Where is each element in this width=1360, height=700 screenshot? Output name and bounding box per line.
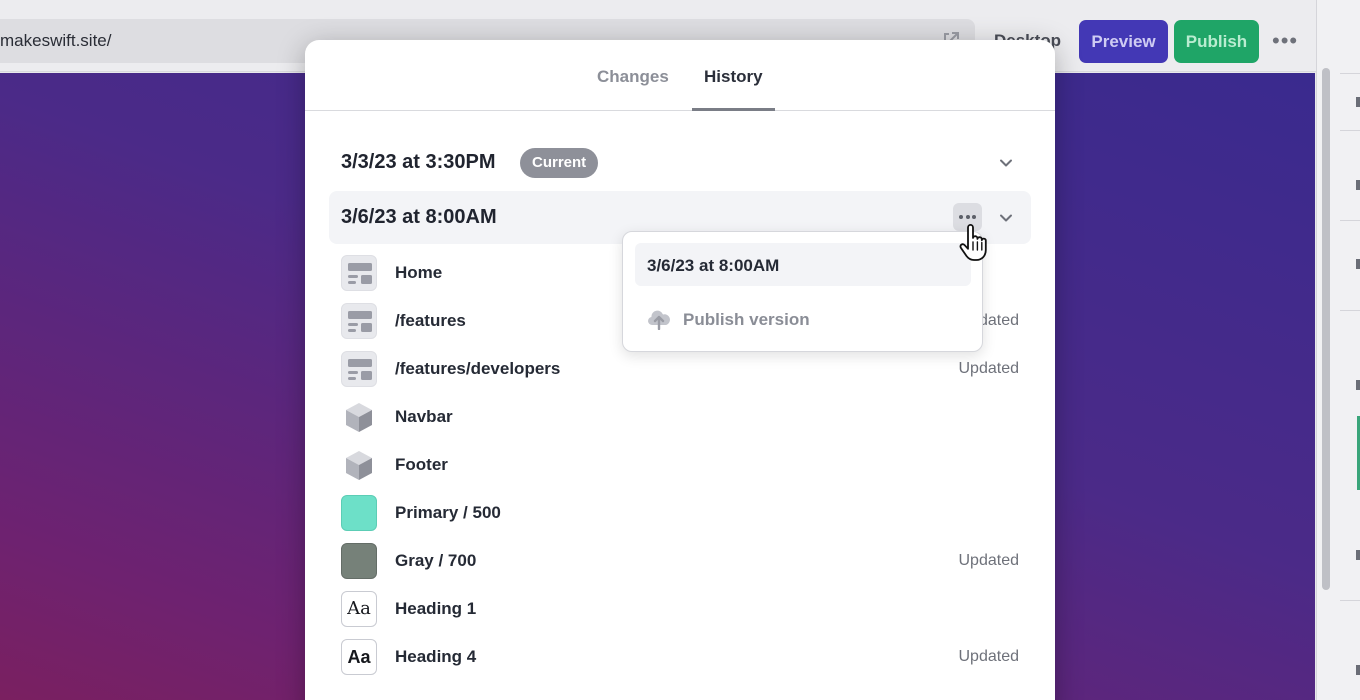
- item-label: Heading 4: [395, 647, 477, 666]
- sidebar-divider: [1340, 220, 1360, 221]
- item-label: /features/developers: [395, 359, 561, 378]
- item-label: Navbar: [395, 407, 453, 426]
- cloud-upload-icon: [648, 310, 670, 330]
- chevron-down-icon[interactable]: [999, 211, 1013, 225]
- item-label: Primary / 500: [395, 503, 501, 522]
- history-modal: Changes History 3/3/23 at 3:30PM Current…: [305, 40, 1055, 700]
- item-label: Heading 1: [395, 599, 477, 618]
- sidebar-glyph: [1356, 550, 1360, 560]
- hand-pointer-icon: [959, 224, 987, 261]
- item-status: Updated: [958, 648, 1020, 665]
- preview-button[interactable]: Preview: [1079, 20, 1168, 63]
- modal-tabs: Changes History: [305, 40, 1055, 111]
- active-tab-indicator: [692, 108, 775, 111]
- sidebar-glyph: [1356, 380, 1360, 390]
- cube-icon: [341, 447, 377, 483]
- list-item[interactable]: Navbar: [341, 397, 1021, 437]
- menu-title: 3/6/23 at 8:00AM: [647, 256, 780, 275]
- version-date: 3/3/23 at 3:30PM: [341, 151, 496, 173]
- version-row-current[interactable]: 3/3/23 at 3:30PM Current: [329, 136, 1031, 189]
- sidebar-glyph: [1356, 180, 1360, 190]
- list-item[interactable]: Footer: [341, 445, 1021, 485]
- color-swatch-icon: [341, 495, 377, 531]
- item-label: /features: [395, 311, 466, 330]
- version-options-menu: 3/6/23 at 8:00AM Publish version: [622, 231, 983, 352]
- item-label: Gray / 700: [395, 551, 477, 570]
- item-status: Updated: [958, 360, 1020, 377]
- sidebar-glyph: [1356, 259, 1360, 269]
- list-item[interactable]: Primary / 500: [341, 493, 1021, 533]
- more-options-icon[interactable]: •••: [1272, 28, 1298, 54]
- sidebar-glyph: [1356, 97, 1360, 107]
- chevron-down-icon[interactable]: [999, 156, 1013, 170]
- item-label: Home: [395, 263, 443, 282]
- page-layout-icon: [341, 255, 377, 291]
- list-item[interactable]: Aa Heading 4 Updated: [341, 637, 1021, 677]
- current-badge: Current: [520, 148, 599, 178]
- canvas-scrollbar[interactable]: [1322, 68, 1330, 590]
- tab-changes[interactable]: Changes: [597, 67, 669, 87]
- page-layout-icon: [341, 351, 377, 387]
- item-label: Footer: [395, 455, 448, 474]
- url-text: makeswift.site/: [0, 31, 112, 50]
- list-item[interactable]: Gray / 700 Updated: [341, 541, 1021, 581]
- color-swatch-icon: [341, 543, 377, 579]
- typography-serif-icon: Aa: [341, 591, 377, 627]
- sidebar-divider: [1340, 130, 1360, 131]
- sidebar-glyph: [1356, 665, 1360, 675]
- tab-history[interactable]: History: [704, 67, 763, 87]
- publish-version-menu-item[interactable]: Publish version: [635, 299, 971, 339]
- list-item[interactable]: /features/developers Updated: [341, 349, 1021, 389]
- publish-button[interactable]: Publish: [1174, 20, 1259, 63]
- cube-icon: [341, 399, 377, 435]
- version-date: 3/6/23 at 8:00AM: [341, 206, 497, 228]
- sidebar-divider: [1340, 310, 1360, 311]
- list-item[interactable]: Aa Heading 1: [341, 589, 1021, 629]
- item-status: Updated: [958, 552, 1020, 569]
- sidebar-divider: [1340, 73, 1360, 74]
- menu-item-label: Publish version: [683, 310, 810, 329]
- page-layout-icon: [341, 303, 377, 339]
- sidebar-divider: [1340, 600, 1360, 601]
- typography-sans-icon: Aa: [341, 639, 377, 675]
- menu-header: 3/6/23 at 8:00AM: [635, 243, 971, 286]
